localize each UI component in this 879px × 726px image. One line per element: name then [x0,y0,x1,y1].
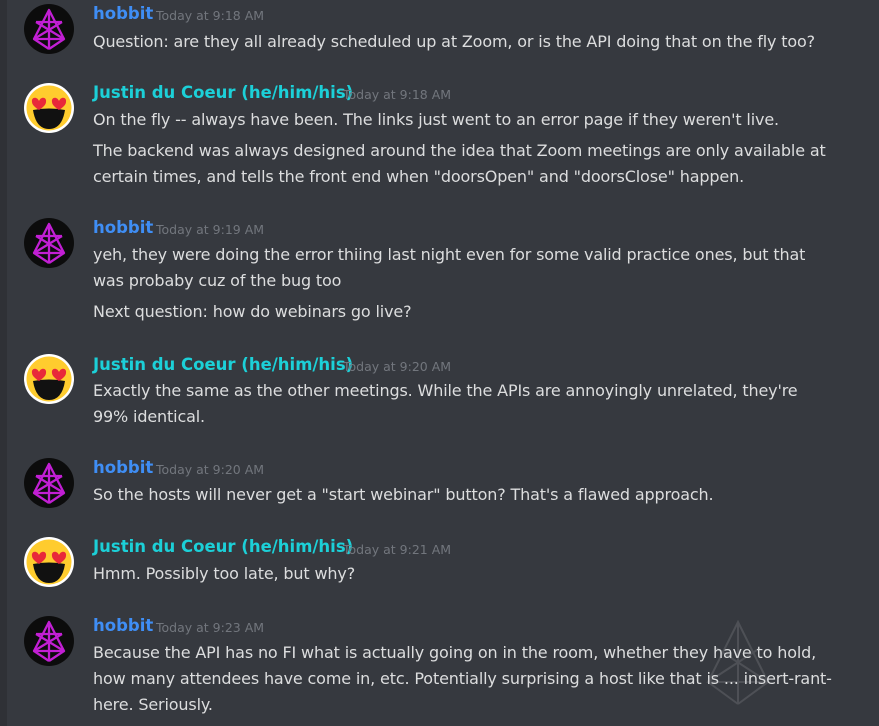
timestamp: Today at 9:18 AM [156,8,265,23]
pentagram-avatar-icon[interactable] [24,218,74,268]
timestamp: Today at 9:23 AM [156,620,265,635]
message-text: here. Seriously. [93,695,213,714]
timestamp: Today at 9:19 AM [156,222,265,237]
message-text: was probaby cuz of the bug too [93,271,342,290]
timestamp: Today at 9:20 AM [343,359,452,374]
pentagram-avatar-icon[interactable] [24,4,74,54]
timestamp: Today at 9:20 AM [156,462,265,477]
author-name[interactable]: Justin du Coeur (he/him/his) [93,83,353,103]
author-name[interactable]: hobbit [93,458,153,478]
message-text: yeh, they were doing the error thiing la… [93,245,806,264]
author-name[interactable]: hobbit [93,218,153,238]
heart-eyes-emoji-avatar-icon[interactable] [24,83,74,133]
heart-eyes-emoji-avatar-icon[interactable] [24,537,74,587]
pentagram-avatar-icon[interactable] [24,458,74,508]
pentagram-avatar-icon[interactable] [24,616,74,666]
left-sidebar-edge [0,0,7,726]
author-name[interactable]: Justin du Coeur (he/him/his) [93,355,353,375]
message-text: Exactly the same as the other meetings. … [93,381,798,400]
timestamp: Today at 9:21 AM [343,542,452,557]
message-text: Question: are they all already scheduled… [93,32,816,51]
author-name[interactable]: hobbit [93,616,153,636]
watermark-icon [706,619,770,705]
heart-eyes-emoji-avatar-icon[interactable] [24,354,74,404]
timestamp: Today at 9:18 AM [343,87,452,102]
message-text: So the hosts will never get a "start web… [93,485,714,504]
message-text: The backend was always designed around t… [93,141,826,160]
message-text: 99% identical. [93,407,205,426]
author-name[interactable]: hobbit [93,4,153,24]
message-text: certain times, and tells the front end w… [93,167,745,186]
message-text: Hmm. Possibly too late, but why? [93,564,356,583]
message-text: On the fly -- always have been. The link… [93,110,779,129]
author-name[interactable]: Justin du Coeur (he/him/his) [93,537,353,557]
message-text: Next question: how do webinars go live? [93,302,412,321]
